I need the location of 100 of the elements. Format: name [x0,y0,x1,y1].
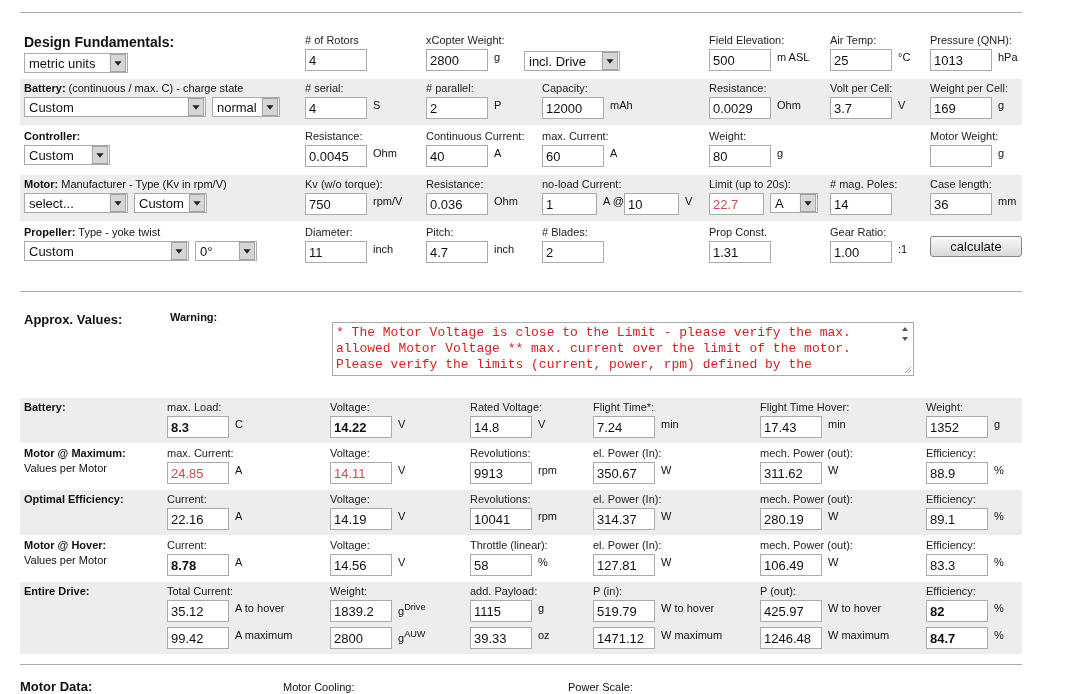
field-label: Continuous Current: [426,130,526,142]
caret-icon [109,194,127,212]
input-field[interactable]: 25 [830,49,892,71]
input-field[interactable]: 1 [542,193,597,215]
output-field[interactable]: 14.22 [330,416,392,438]
field-label: Total Current: [167,585,235,597]
dropdown[interactable]: A [770,193,818,213]
output-field[interactable]: 8.78 [167,554,229,576]
output-field[interactable]: 58 [470,554,532,576]
output-field[interactable]: 35.12 [167,600,229,622]
output-field[interactable]: 519.79 [593,600,655,622]
output-field[interactable]: 89.1 [926,508,988,530]
section-title: Battery: [24,82,66,94]
output-field[interactable]: 14.8 [470,416,532,438]
input-field[interactable]: 750 [305,193,367,215]
scroll-up-icon[interactable] [900,325,910,333]
input-field[interactable]: 11 [305,241,367,263]
input-field[interactable]: 40 [426,145,488,167]
dropdown[interactable]: select... [24,193,128,213]
warning-text-area[interactable]: * The Motor Voltage is close to the Limit - please verify the max. allowed Motor Voltage ** max. current over the limit of the motor. Please verify the limits (current, power, rpm) defined by the [332,322,914,376]
calculate-button[interactable]: calculate [930,236,1022,257]
dropdown[interactable]: metric units [24,53,128,73]
field-label: mech. Power (out): [760,493,854,505]
input-field[interactable]: 36 [930,193,992,215]
field-label: Pitch: [426,226,455,238]
section-title: Design Fundamentals: [24,34,175,50]
dropdown[interactable]: Custom [24,97,206,117]
input-field[interactable]: 12000 [542,97,604,119]
output-field[interactable]: 39.33 [470,627,532,649]
output-field[interactable]: 14.56 [330,554,392,576]
input-field[interactable]: 4 [305,97,367,119]
caret-icon [91,146,109,164]
input-field[interactable]: 1.31 [709,241,771,263]
unit-label: % [994,629,1004,641]
input-field[interactable]: 2 [426,97,488,119]
output-field[interactable]: 82 [926,600,988,622]
output-field[interactable]: 84.7 [926,627,988,649]
field-label: Air Temp: [830,34,878,46]
output-field[interactable]: 1471.12 [593,627,655,649]
output-field[interactable]: 83.3 [926,554,988,576]
output-field[interactable]: 311.62 [760,462,822,484]
unit-label: V [898,99,906,111]
output-field[interactable]: 350.67 [593,462,655,484]
output-field[interactable]: 1115 [470,600,532,622]
unit-label: V [398,464,406,476]
input-field[interactable]: 500 [709,49,771,71]
unit-label: W maximum [828,629,890,641]
dropdown[interactable]: 0° [195,241,257,261]
input-field[interactable]: 2800 [426,49,488,71]
input-field[interactable]: 10 [623,193,679,215]
input-field[interactable]: 14 [830,193,892,215]
input-field[interactable]: 0.0029 [709,97,771,119]
dropdown[interactable]: Custom [24,145,110,165]
input-field[interactable]: 0.0045 [305,145,367,167]
field-label: # serial: [305,82,345,94]
output-field[interactable]: 17.43 [760,416,822,438]
input-field[interactable] [930,145,992,167]
dropdown[interactable]: Custom [24,241,189,261]
output-field[interactable]: 127.81 [593,554,655,576]
field-label: Efficiency: [926,539,977,551]
input-field[interactable]: 22.7 [709,193,764,215]
input-field[interactable]: 80 [709,145,771,167]
input-field[interactable]: 3.7 [830,97,892,119]
output-field[interactable]: 24.85 [167,462,229,484]
input-field[interactable]: 60 [542,145,604,167]
field-label: Efficiency: [926,447,977,459]
input-field[interactable]: 2 [542,241,604,263]
scroll-down-icon[interactable] [900,335,910,343]
unit-label: :1 [898,243,908,255]
input-field[interactable]: 1.00 [830,241,892,263]
output-field[interactable]: 8.3 [167,416,229,438]
caret-icon [109,54,127,72]
output-field[interactable]: 88.9 [926,462,988,484]
output-field[interactable]: 280.19 [760,508,822,530]
input-field[interactable]: 4.7 [426,241,488,263]
output-field[interactable]: 1352 [926,416,988,438]
resize-grip-icon[interactable] [902,364,912,374]
dropdown[interactable]: Custom [134,193,207,213]
output-field[interactable]: 2800 [330,627,392,649]
output-field[interactable]: 10041 [470,508,532,530]
unit-label: % [538,556,548,568]
unit-label: W maximum [661,629,723,641]
output-field[interactable]: 1246.48 [760,627,822,649]
output-field[interactable]: 99.42 [167,627,229,649]
output-field[interactable]: 7.24 [593,416,655,438]
input-field[interactable]: 4 [305,49,367,71]
output-field[interactable]: 9913 [470,462,532,484]
output-field[interactable]: 22.16 [167,508,229,530]
input-field[interactable]: 169 [930,97,992,119]
dropdown[interactable]: incl. Drive [524,51,620,71]
dropdown[interactable]: normal [212,97,280,117]
output-field[interactable]: 14.19 [330,508,392,530]
unit-label: Ohm [494,195,518,207]
output-field[interactable]: 425.97 [760,600,822,622]
input-field[interactable]: 0.036 [426,193,488,215]
input-field[interactable]: 1013 [930,49,992,71]
output-field[interactable]: 14.11 [330,462,392,484]
output-field[interactable]: 106.49 [760,554,822,576]
output-field[interactable]: 314.37 [593,508,655,530]
output-field[interactable]: 1839.2 [330,600,392,622]
